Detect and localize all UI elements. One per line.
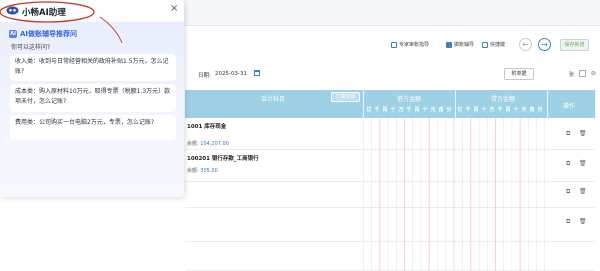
table-row[interactable]: ⧉ 🗑 [185, 182, 595, 208]
digit-column-label: 分 [446, 107, 452, 113]
shortcut-label: 快捷键 [490, 42, 506, 48]
header-divider [455, 90, 456, 118]
balance-label: 余额: [187, 168, 199, 174]
next-voucher-button[interactable]: → [538, 38, 551, 51]
digit-column-label: 万 [398, 107, 404, 113]
keyboard-icon [482, 41, 488, 48]
digit-column-label: 万 [489, 107, 495, 113]
shortcut-button[interactable]: 快捷键 [482, 41, 505, 48]
digit-column-label: 元 [521, 107, 527, 113]
date-input[interactable]: 2025-03-31 [215, 71, 247, 77]
close-icon[interactable]: × [170, 3, 178, 14]
copy-row-icon[interactable]: ⧉ [566, 218, 570, 226]
digit-column-label: 十 [481, 107, 487, 113]
attachment-count-input[interactable] [579, 70, 586, 77]
row-subject[interactable]: 1001 库存现金 [187, 122, 226, 130]
expert-guide-icon [391, 41, 397, 48]
arrow-left-icon: ← [522, 39, 529, 49]
debit-column-header: 借方金额 [397, 96, 422, 103]
digit-column-label: 角 [529, 107, 535, 113]
attachment-count-label: 张 [569, 72, 575, 78]
balance-label: 余额: [187, 141, 199, 147]
ai-panel-title: 小畅AI助理 [22, 8, 66, 18]
digit-column-label: 百 [473, 107, 479, 113]
subject-column-header: 会计科目 [261, 96, 286, 103]
row-subject[interactable]: 100201 银行存款_工商银行 [187, 154, 259, 162]
voucher-date-row: 日期: 2025-03-31 附单据 张 ⊘ [185, 65, 600, 83]
digit-column-label: 百 [414, 107, 420, 113]
delete-row-icon[interactable]: 🗑 [579, 218, 587, 225]
suggested-question[interactable]: 收入类：收到与日常经营相关的政府补贴1.5万元，怎么记账? [10, 54, 176, 81]
digit-column-label: 十 [422, 107, 428, 113]
question-text: 成本类：购入原材料10万元，取得专票（税额1.3万元）款项未付，怎么记账? [15, 88, 171, 105]
voucher-toolbar: 专家审账指导 做账辅导 快捷键 ← → 保存新增 [185, 34, 600, 58]
expert-guide-label: 专家审账指导 [399, 42, 430, 48]
digit-column-label: 千 [497, 107, 503, 113]
save-add-button[interactable]: 保存新增 [560, 39, 589, 51]
digit-column-label: 千 [374, 107, 380, 113]
date-label: 日期: [198, 73, 211, 79]
header-divider [363, 90, 364, 118]
digit-column-label: 元 [430, 107, 436, 113]
digit-column-label: 角 [438, 107, 444, 113]
suggested-question[interactable]: 费用类：公司购买一台电脑2万元，专票，怎么记账? [10, 115, 176, 140]
digit-column-label: 百 [505, 107, 511, 113]
subscribe-entry-button[interactable]: 订阅记账 [331, 92, 360, 102]
row-balance: 余额: 104,207.00 [187, 140, 229, 147]
digit-column-label: 十 [513, 107, 519, 113]
table-row[interactable] [185, 242, 595, 271]
copy-row-icon[interactable]: ⧉ [566, 188, 570, 196]
digit-column-label: 亿 [457, 107, 463, 113]
ai-badge-icon: AI [9, 30, 17, 38]
credit-digit-header: 亿千百十万千百十元角分 [456, 106, 544, 113]
delete-row-icon[interactable]: 🗑 [579, 188, 587, 195]
ledger-aid-label: 做账辅导 [454, 42, 475, 48]
ai-assistant-logo-icon [6, 6, 19, 15]
digit-column-label: 百 [382, 107, 388, 113]
table-row[interactable]: ⧉ 🗑 [185, 208, 595, 242]
arrow-right-icon: → [541, 39, 548, 49]
table-row[interactable]: 100201 银行存款_工商银行 余额: 305.00 ⧉ 🗑 [185, 150, 595, 182]
credit-column-header: 贷方金额 [491, 96, 516, 103]
paperclip-icon[interactable]: ⊘ [591, 70, 596, 77]
header-divider [547, 90, 548, 118]
delete-row-icon[interactable]: 🗑 [579, 160, 587, 167]
action-column-header: 操作 [563, 103, 576, 110]
expert-guide-button[interactable]: 专家审账指导 [391, 41, 429, 48]
balance-value: 104,207.00 [200, 141, 229, 147]
copy-row-icon[interactable]: ⧉ [566, 160, 570, 168]
balance-value: 305.00 [200, 168, 218, 174]
digit-column-label: 千 [465, 107, 471, 113]
suggested-question[interactable]: 成本类：购入原材料10万元，取得专票（税额1.3万元）款项未付，怎么记账? [10, 84, 176, 112]
question-text: 费用类：公司购买一台电脑2万元，专票，怎么记账? [15, 119, 155, 126]
recommend-header: AI AI做账辅导推荐问 [9, 29, 77, 39]
ai-assistant-panel: 小畅AI助理 × AI AI做账辅导推荐问 你可以这样问? 收入类：收到与日常经… [0, 0, 184, 197]
ledger-aid-icon [446, 41, 452, 48]
debit-digit-header: 亿千百十万千百十元角分 [365, 106, 453, 113]
question-text: 收入类：收到与日常经营相关的政府补贴1.5万元，怎么记账? [15, 58, 169, 75]
calendar-icon[interactable] [254, 70, 260, 76]
attach-document-button[interactable]: 附单据 [504, 68, 534, 80]
digit-column-label: 十 [390, 107, 396, 113]
voucher-table-header: 会计科目 订阅记账 借方金额 亿千百十万千百十元角分 贷方金额 亿千百十万千百十… [185, 90, 595, 118]
prev-voucher-button[interactable]: ← [519, 38, 532, 51]
table-row[interactable]: 1001 库存现金 余额: 104,207.00 ⧉ 🗑 [185, 118, 595, 150]
copy-row-icon[interactable]: ⧉ [566, 130, 570, 138]
ledger-aid-button[interactable]: 做账辅导 [446, 41, 474, 48]
digit-column-label: 分 [537, 107, 543, 113]
ask-prompt: 你可以这样问? [11, 44, 51, 51]
digit-column-label: 千 [406, 107, 412, 113]
recommend-title: AI做账辅导推荐问 [20, 30, 78, 38]
digit-column-label: 亿 [366, 107, 372, 113]
row-balance: 余额: 305.00 [187, 167, 218, 174]
delete-row-icon[interactable]: 🗑 [579, 130, 587, 137]
